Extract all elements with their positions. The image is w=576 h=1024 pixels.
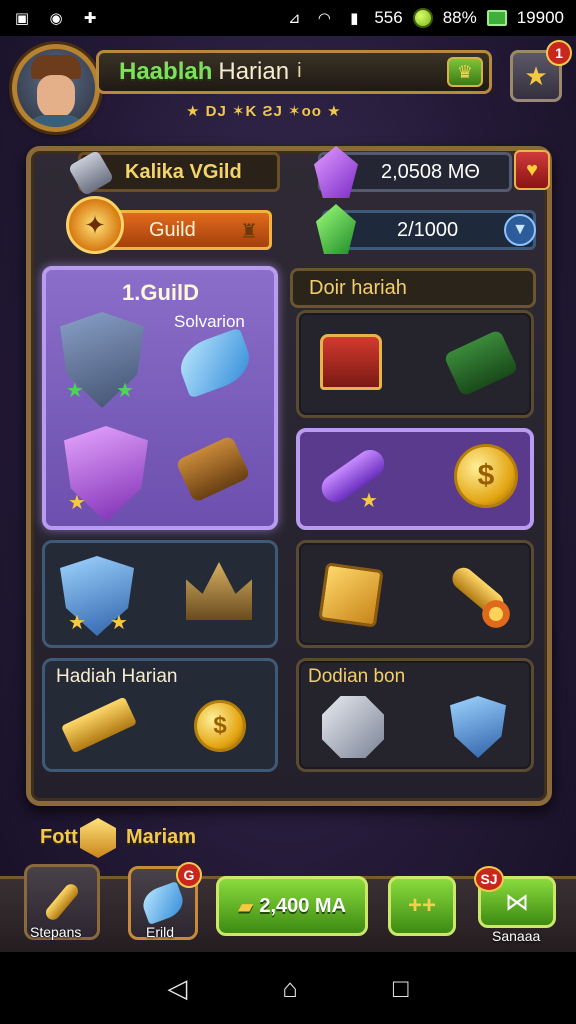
green-star-icon: ★ — [66, 380, 84, 402]
flower-icon — [480, 598, 512, 630]
recents-icon[interactable]: □ — [393, 973, 409, 1004]
nav-sanaaa-label: Sanaaa — [492, 928, 541, 944]
gold-star-icon: ★ — [110, 612, 128, 634]
gallery-icon: ▣ — [14, 10, 30, 27]
notification-icon: ✚ — [83, 10, 97, 27]
sword-icon — [43, 881, 81, 923]
header: Haablah Harian i ♛ ★ DJ ✶K ƧJ ✶oo ★ ★ 1 — [0, 36, 576, 136]
gold-bar-icon: ▰ — [237, 895, 254, 918]
heart-button[interactable]: ♥ — [514, 150, 550, 190]
gold-coin-icon: $ — [194, 700, 246, 752]
gold-star-icon: ★ — [68, 492, 86, 514]
battery-icon — [486, 10, 507, 26]
gold-coin-icon: $ — [454, 444, 518, 508]
gold-star-icon: ★ — [68, 612, 86, 634]
nav-amount: 2,400 MA — [259, 894, 347, 917]
bottom-right-word: Mariam — [126, 826, 197, 848]
avatar[interactable] — [12, 44, 100, 132]
nav-erild-label: Erild — [146, 924, 175, 940]
guild-emblem-icon: ✦ — [66, 196, 124, 254]
nav-sanaaa-badge: SJ — [474, 866, 504, 892]
status-coins: 19900 — [516, 8, 564, 27]
castle-icon: ♜ — [240, 220, 258, 243]
star-badge: 1 — [546, 40, 572, 66]
plus-icon: ++ — [407, 892, 437, 919]
bottom-left-word: Fott — [40, 826, 78, 848]
system-nav-bar: ◁ ⌂ □ — [0, 952, 576, 1024]
down-arrow-icon[interactable]: ▼ — [504, 214, 536, 246]
info-icon[interactable]: i — [297, 60, 315, 84]
status-bar: ▣ ◉ ✚ ⊿ ◠ ▮ 556 88% 19900 — [0, 0, 576, 36]
daily-reward-label: Hadiah Harian — [56, 666, 178, 687]
blue-gem-icon — [138, 881, 188, 925]
gold-cube-icon — [318, 562, 384, 628]
wifi-icon: ◠ — [317, 10, 331, 27]
app-icon: ◉ — [49, 10, 63, 27]
battery-percent: 88% — [442, 8, 477, 27]
status-number: 556 — [374, 8, 403, 27]
vibrate-icon: ⊿ — [288, 10, 301, 27]
title-white: Harian — [218, 58, 290, 85]
signal-icon: ▮ — [350, 10, 359, 27]
rank-stars: ★ DJ ✶K ƧJ ✶oo ★ — [186, 103, 342, 120]
green-star-icon: ★ — [116, 380, 134, 402]
dodian-label: Dodian bon — [308, 666, 406, 687]
nav-stepans-label: Stepans — [30, 924, 82, 940]
coin-status-icon — [412, 8, 433, 28]
currency-purchase-button[interactable]: ▰ 2,400 MA — [216, 876, 368, 936]
home-icon[interactable]: ⌂ — [282, 973, 298, 1004]
avatar-body — [25, 115, 87, 127]
gold-star-icon: ★ — [360, 490, 378, 512]
handshake-icon: ⋈ — [505, 888, 529, 916]
crown-button[interactable]: ♛ — [447, 57, 483, 87]
add-button[interactable]: ++ — [388, 876, 456, 936]
featured-title: 1.GuilD — [122, 280, 200, 305]
back-icon[interactable]: ◁ — [167, 973, 187, 1004]
avatar-face — [37, 75, 75, 119]
daily-tab[interactable]: Doir hariah — [290, 268, 536, 308]
nav-erild-badge: G — [176, 862, 202, 888]
page-title: Haablah Harian i ♛ — [96, 50, 492, 94]
title-green: Haablah — [119, 58, 213, 85]
red-chest-icon — [320, 334, 382, 390]
bottom-title: Fott Mariam — [40, 818, 196, 858]
gold-gem-icon — [80, 818, 116, 858]
